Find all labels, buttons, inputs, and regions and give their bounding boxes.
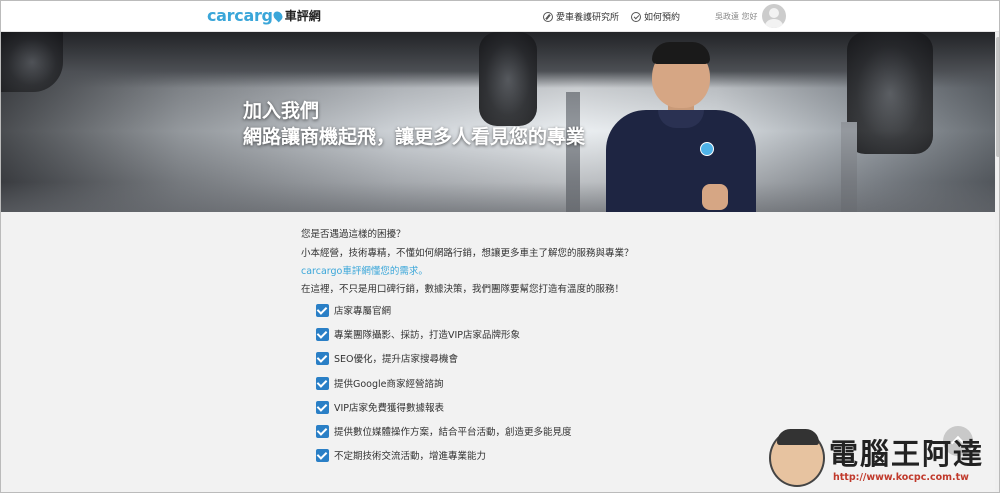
hero-title: 加入我們	[243, 100, 320, 122]
watermark-url: http://www.kocpc.com.tw	[833, 472, 969, 483]
checkbox-checked-icon	[316, 400, 329, 414]
check-circle-icon	[631, 11, 641, 22]
mechanic-photo	[606, 38, 756, 212]
hero-headline: 加入我們 網路讓商機起飛，讓更多人看見您的專業	[243, 98, 585, 150]
user-greeting[interactable]: 吳政遠 您好	[715, 11, 758, 22]
watermark-title: 電腦王阿達	[829, 437, 985, 471]
top-header: carcarg 車評網 愛車養護研究所 如何預約 吳政遠 您好	[1, 1, 999, 32]
checkbox-checked-icon	[316, 327, 329, 341]
mascot-face-icon	[769, 429, 825, 487]
scrollbar-thumb[interactable]	[996, 37, 999, 157]
nav-label: 愛車養護研究所	[556, 13, 620, 23]
feature-label: 專業團隊攝影、採訪，打造VIP店家品牌形象	[334, 330, 521, 341]
feature-label: SEO優化，提升店家搜尋機會	[334, 354, 459, 365]
avatar[interactable]	[762, 4, 786, 28]
feature-label: VIP店家免費獲得數據報表	[334, 403, 445, 414]
hero-banner: 加入我們 網路讓商機起飛，讓更多人看見您的專業	[1, 32, 995, 212]
checkbox-checked-icon	[316, 376, 329, 390]
site-logo[interactable]: carcarg 車評網	[207, 6, 321, 25]
feature-item: 專業團隊攝影、採訪，打造VIP店家品牌形象	[316, 327, 520, 341]
shirt-logo-icon	[700, 142, 714, 156]
intro-paragraph: 在這裡，不只是用口碑行銷，數據決策，我們團隊要幫您打造有溫度的服務！	[301, 284, 625, 295]
nav-label: 如何預約	[644, 13, 681, 23]
intro-paragraph: 小本經營，技術專精，不懂如何網路行銷，想讓更多車主了解您的服務與專業？	[301, 248, 634, 259]
feature-label: 提供Google商家經營諮詢	[334, 379, 444, 390]
watermark: 電腦王阿達 http://www.kocpc.com.tw	[767, 423, 995, 491]
feature-label: 提供數位媒體操作方案，結合平台活動，創造更多能見度	[334, 427, 572, 438]
nav-link-how-to-book[interactable]: 如何預約	[631, 10, 680, 23]
location-pin-icon	[271, 9, 285, 22]
logo-subtitle: 車評網	[284, 9, 321, 23]
page-frame: carcarg 車評網 愛車養護研究所 如何預約 吳政遠 您好 加入我們 網路讓…	[0, 0, 1000, 493]
intro-highlight: carcargo車評網懂您的需求。	[301, 266, 428, 277]
nav-link-car-care-lab[interactable]: 愛車養護研究所	[543, 10, 619, 23]
checkbox-checked-icon	[316, 351, 329, 365]
checkbox-checked-icon	[316, 448, 329, 462]
feature-item: 店家專屬官網	[316, 303, 391, 317]
intro-question: 您是否遇過這樣的困擾？	[301, 229, 406, 240]
logo-wordmark: carcarg	[207, 6, 273, 25]
feature-label: 店家專屬官網	[334, 306, 392, 317]
checkbox-checked-icon	[316, 424, 329, 438]
pen-circle-icon	[543, 11, 553, 22]
feature-item: 不定期技術交流活動，增進專業能力	[316, 448, 486, 462]
feature-label: 不定期技術交流活動，增進專業能力	[334, 451, 487, 462]
feature-item: SEO優化，提升店家搜尋機會	[316, 351, 458, 365]
hero-subtitle: 網路讓商機起飛，讓更多人看見您的專業	[243, 126, 586, 148]
feature-item: VIP店家免費獲得數據報表	[316, 400, 444, 414]
thumbs-up-icon	[702, 184, 728, 210]
feature-item: 提供Google商家經營諮詢	[316, 376, 444, 390]
feature-item: 提供數位媒體操作方案，結合平台活動，創造更多能見度	[316, 424, 572, 438]
checkbox-checked-icon	[316, 303, 329, 317]
